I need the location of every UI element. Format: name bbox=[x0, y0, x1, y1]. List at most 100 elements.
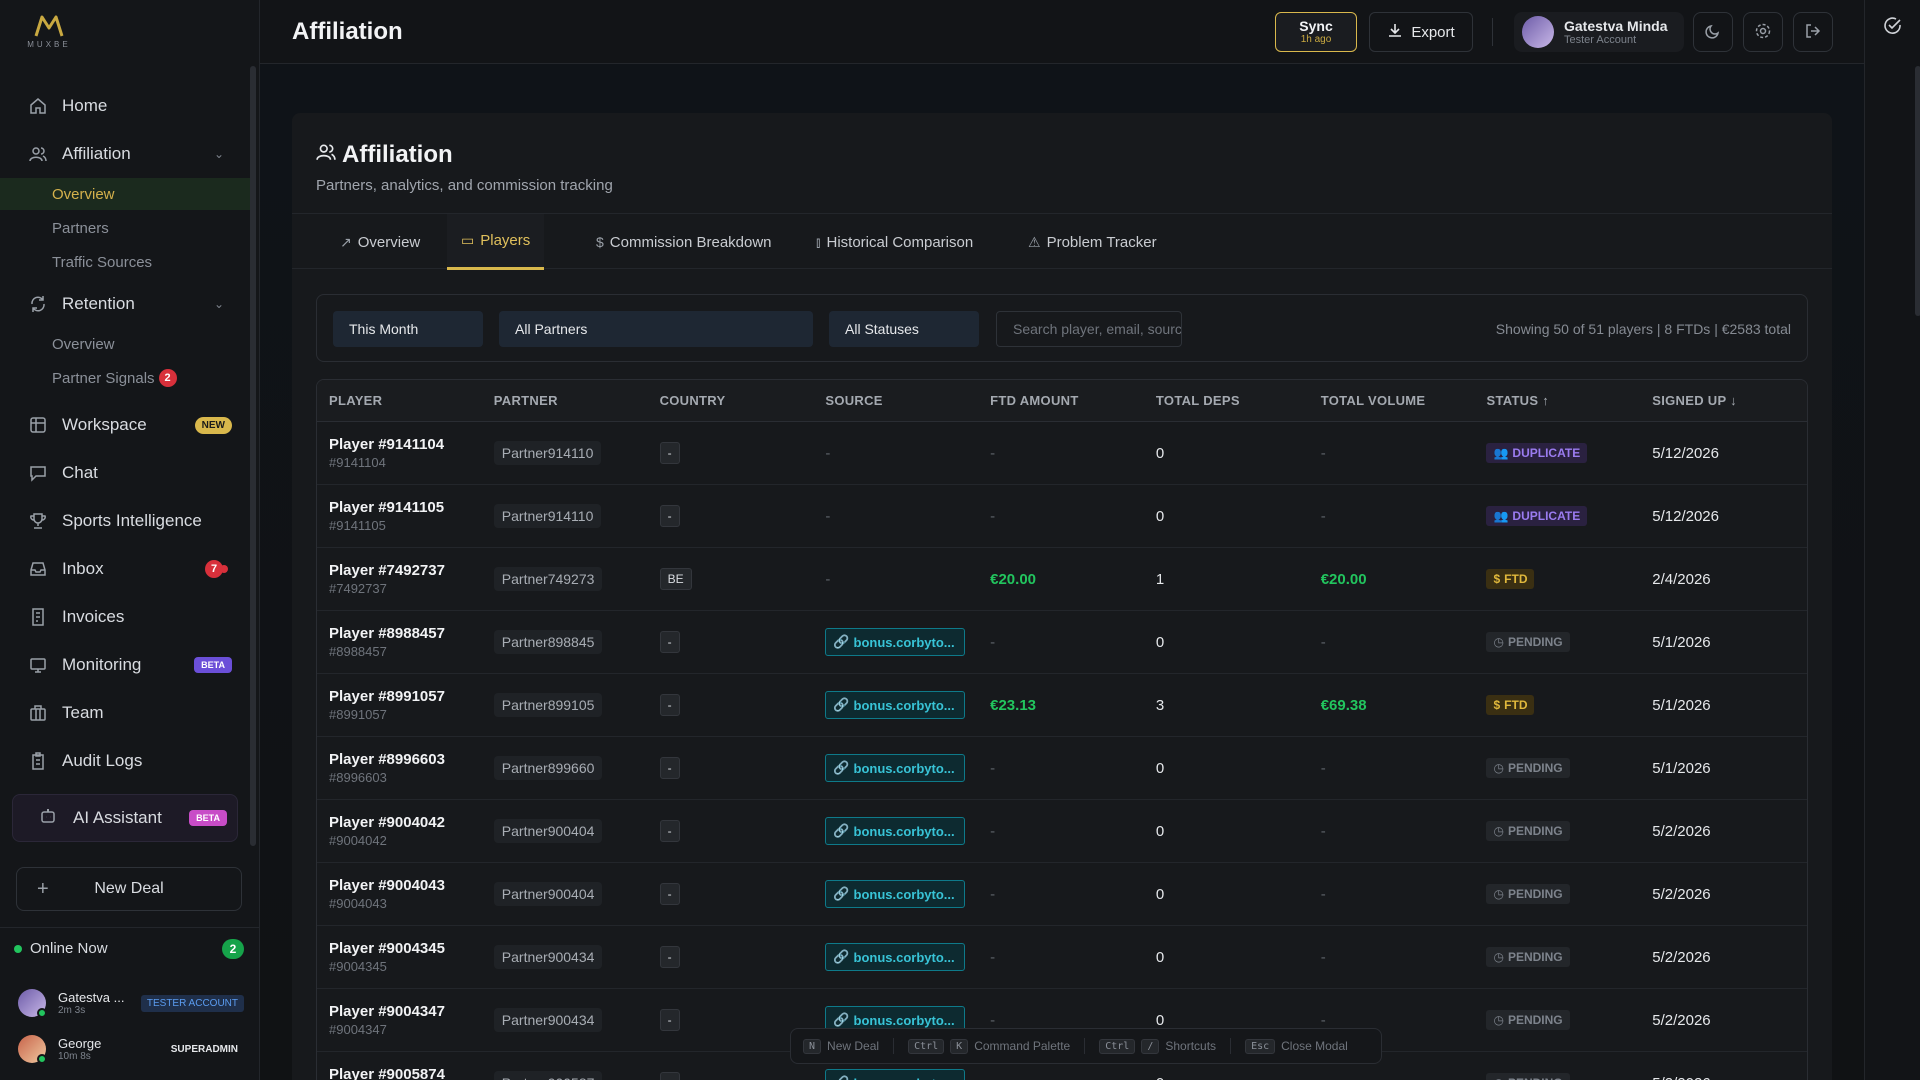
sidebar-item-audit-logs[interactable]: Audit Logs bbox=[12, 741, 250, 781]
player-cell[interactable]: Player #9004043 #9004043 bbox=[317, 877, 482, 911]
player-name: Player #9004347 bbox=[329, 1003, 445, 1020]
player-cell[interactable]: Player #9004347 #9004347 bbox=[317, 1003, 482, 1037]
role-badge: SUPERADMIN bbox=[170, 1043, 238, 1055]
source-link[interactable]: 🔗bonus.corbyto... bbox=[825, 880, 966, 908]
sidebar-item-workspace[interactable]: Workspace NEW bbox=[12, 405, 250, 445]
source-link[interactable]: 🔗bonus.corbyto... bbox=[825, 691, 966, 719]
player-cell[interactable]: Player #8991057 #8991057 bbox=[317, 688, 482, 722]
column-header-signed-up[interactable]: SIGNED UP ↓ bbox=[1640, 393, 1807, 408]
status-text: FTD bbox=[1504, 698, 1528, 712]
partner-tag[interactable]: Partner900434 bbox=[493, 945, 603, 969]
sidebar-scrollbar[interactable] bbox=[250, 66, 256, 846]
player-cell[interactable]: Player #7492737 #7492737 bbox=[317, 562, 482, 596]
online-user[interactable]: Gatestva ... 2m 3s TESTER ACCOUNT bbox=[18, 985, 244, 1021]
settings-button[interactable] bbox=[1743, 12, 1783, 52]
tab-overview[interactable]: ↗ Overview bbox=[326, 214, 434, 270]
source-link[interactable]: 🔗bonus.corbyto... bbox=[825, 943, 966, 971]
total-volume: - bbox=[1320, 885, 1326, 903]
results-summary: Showing 50 of 51 players | 8 FTDs | €258… bbox=[1495, 321, 1791, 337]
period-select[interactable]: This Month bbox=[333, 311, 483, 347]
partner-tag[interactable]: Partner900404 bbox=[493, 819, 603, 843]
table-row[interactable]: Player #8991057 #8991057 Partner899105 -… bbox=[317, 674, 1807, 737]
player-cell[interactable]: Player #9004042 #9004042 bbox=[317, 814, 482, 848]
table-row[interactable]: Player #9004043 #9004043 Partner900404 -… bbox=[317, 863, 1807, 926]
table-row[interactable]: Player #8988457 #8988457 Partner898845 -… bbox=[317, 611, 1807, 674]
partner-tag[interactable]: Partner749273 bbox=[493, 567, 603, 591]
source-text: bonus.corbyto... bbox=[853, 823, 955, 839]
source-link[interactable]: 🔗bonus.corbyto... bbox=[825, 754, 966, 782]
column-header-total-volume[interactable]: TOTAL VOLUME bbox=[1309, 393, 1475, 408]
player-cell[interactable]: Player #9141104 #9141104 bbox=[317, 436, 482, 470]
partner-tag[interactable]: Partner900587 bbox=[493, 1071, 603, 1080]
partner-tag[interactable]: Partner899105 bbox=[493, 693, 603, 717]
table-row[interactable]: Player #9141105 #9141105 Partner914110 -… bbox=[317, 485, 1807, 548]
player-cell[interactable]: Player #9141105 #9141105 bbox=[317, 499, 482, 533]
sidebar-item-inbox[interactable]: Inbox 7 bbox=[12, 549, 250, 589]
partner-select[interactable]: All Partners bbox=[499, 311, 813, 347]
column-header-ftd-amount[interactable]: FTD AMOUNT bbox=[978, 393, 1144, 408]
online-user[interactable]: George 10m 8s SUPERADMIN bbox=[18, 1031, 244, 1067]
column-header-partner[interactable]: PARTNER bbox=[482, 393, 648, 408]
tab-players[interactable]: ▭ Players bbox=[447, 214, 545, 270]
sidebar-item-invoices[interactable]: Invoices bbox=[12, 597, 250, 637]
table-row[interactable]: Player #9141104 #9141104 Partner914110 -… bbox=[317, 422, 1807, 485]
sidebar-item-affiliation[interactable]: Affiliation ⌄ bbox=[12, 134, 250, 174]
status-badge: $ FTD bbox=[1486, 569, 1535, 589]
column-header-total-deps[interactable]: TOTAL DEPS bbox=[1144, 393, 1309, 408]
partner-tag[interactable]: Partner900434 bbox=[493, 1008, 603, 1032]
source-link[interactable]: 🔗bonus.corbyto... bbox=[825, 817, 966, 845]
player-cell[interactable]: Player #8996603 #8996603 bbox=[317, 751, 482, 785]
home-icon bbox=[28, 96, 48, 116]
partner-tag[interactable]: Partner900404 bbox=[493, 882, 603, 906]
sidebar-item-chat[interactable]: Chat bbox=[12, 453, 250, 493]
avatar bbox=[18, 989, 47, 1018]
tab-commission-breakdown[interactable]: $ Commission Breakdown bbox=[582, 214, 786, 270]
player-cell[interactable]: Player #8988457 #8988457 bbox=[317, 625, 482, 659]
partner-tag[interactable]: Partner914110 bbox=[493, 441, 602, 465]
theme-toggle-button[interactable] bbox=[1693, 12, 1733, 52]
column-header-country[interactable]: COUNTRY bbox=[648, 393, 814, 408]
partner-tag[interactable]: Partner898845 bbox=[493, 630, 603, 654]
tab-problem-tracker[interactable]: ⚠ Problem Tracker bbox=[1014, 214, 1171, 270]
sidebar-item-monitoring[interactable]: Monitoring BETA bbox=[12, 645, 250, 685]
player-cell[interactable]: Player #9005874 #9005874 bbox=[317, 1066, 482, 1080]
sidebar-subitem-retention-overview[interactable]: Overview bbox=[0, 328, 250, 360]
sidebar-item-ai-assistant[interactable]: AI Assistant BETA bbox=[12, 794, 238, 842]
partner-tag[interactable]: Partner899660 bbox=[493, 756, 603, 780]
sidebar-item-sports-intelligence[interactable]: Sports Intelligence bbox=[12, 501, 250, 541]
page-scrollbar[interactable] bbox=[1915, 66, 1920, 316]
ftd-cell: - bbox=[978, 1075, 1144, 1080]
table-row[interactable]: Player #8996603 #8996603 Partner899660 -… bbox=[317, 737, 1807, 800]
export-label: Export bbox=[1411, 23, 1455, 41]
player-id: #9141105 bbox=[329, 518, 386, 533]
sidebar-subitem-traffic-sources[interactable]: Traffic Sources bbox=[0, 246, 250, 278]
sidebar-item-home[interactable]: Home bbox=[12, 86, 250, 126]
search-input[interactable]: Search player, email, source... bbox=[996, 311, 1182, 347]
column-header-status[interactable]: STATUS ↑ bbox=[1474, 393, 1640, 408]
status-select[interactable]: All Statuses bbox=[829, 311, 979, 347]
user-menu[interactable]: Gatestva Minda Tester Account bbox=[1514, 12, 1684, 52]
column-header-player[interactable]: PLAYER bbox=[317, 393, 482, 408]
source-link[interactable]: 🔗bonus.corbyto... bbox=[825, 628, 966, 656]
sync-button[interactable]: Sync 1h ago bbox=[1275, 12, 1357, 52]
sidebar-item-retention[interactable]: Retention ⌄ bbox=[12, 284, 250, 324]
check-circle-icon[interactable] bbox=[1883, 16, 1903, 39]
table-row[interactable]: Player #9004345 #9004345 Partner900434 -… bbox=[317, 926, 1807, 989]
sidebar-subitem-affiliation-overview[interactable]: Overview bbox=[0, 178, 250, 210]
new-deal-button[interactable]: + New Deal bbox=[16, 867, 242, 911]
sidebar-subitem-partner-signals[interactable]: Partner Signals 2 bbox=[0, 362, 250, 394]
sidebar-subitem-partners[interactable]: Partners bbox=[0, 212, 250, 244]
source-link[interactable]: 🔗bonus.corbyto... bbox=[825, 1069, 966, 1080]
column-header-source[interactable]: SOURCE bbox=[813, 393, 978, 408]
signed-up-cell: 5/1/2026 bbox=[1640, 697, 1807, 714]
tab-historical-comparison[interactable]: ⫾ Historical Comparison bbox=[802, 214, 987, 270]
table-row[interactable]: Player #7492737 #7492737 Partner749273 B… bbox=[317, 548, 1807, 611]
sidebar-item-team[interactable]: Team bbox=[12, 693, 250, 733]
ftd-amount: - bbox=[990, 885, 996, 903]
table-row[interactable]: Player #9004042 #9004042 Partner900404 -… bbox=[317, 800, 1807, 863]
partner-tag[interactable]: Partner914110 bbox=[493, 504, 602, 528]
brand-logo[interactable]: MUXBE bbox=[24, 14, 74, 49]
logout-button[interactable] bbox=[1793, 12, 1833, 52]
player-cell[interactable]: Player #9004345 #9004345 bbox=[317, 940, 482, 974]
export-button[interactable]: Export bbox=[1369, 12, 1473, 52]
